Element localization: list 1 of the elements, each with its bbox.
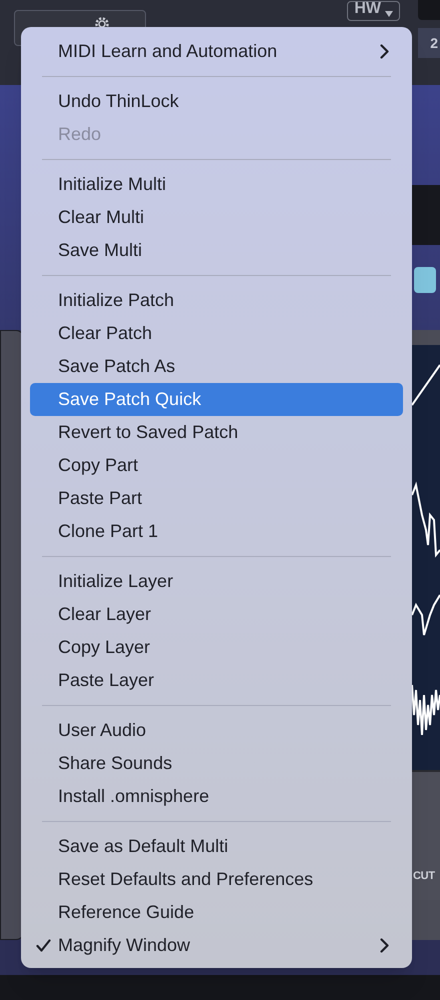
section-label: CUT [412,871,435,882]
